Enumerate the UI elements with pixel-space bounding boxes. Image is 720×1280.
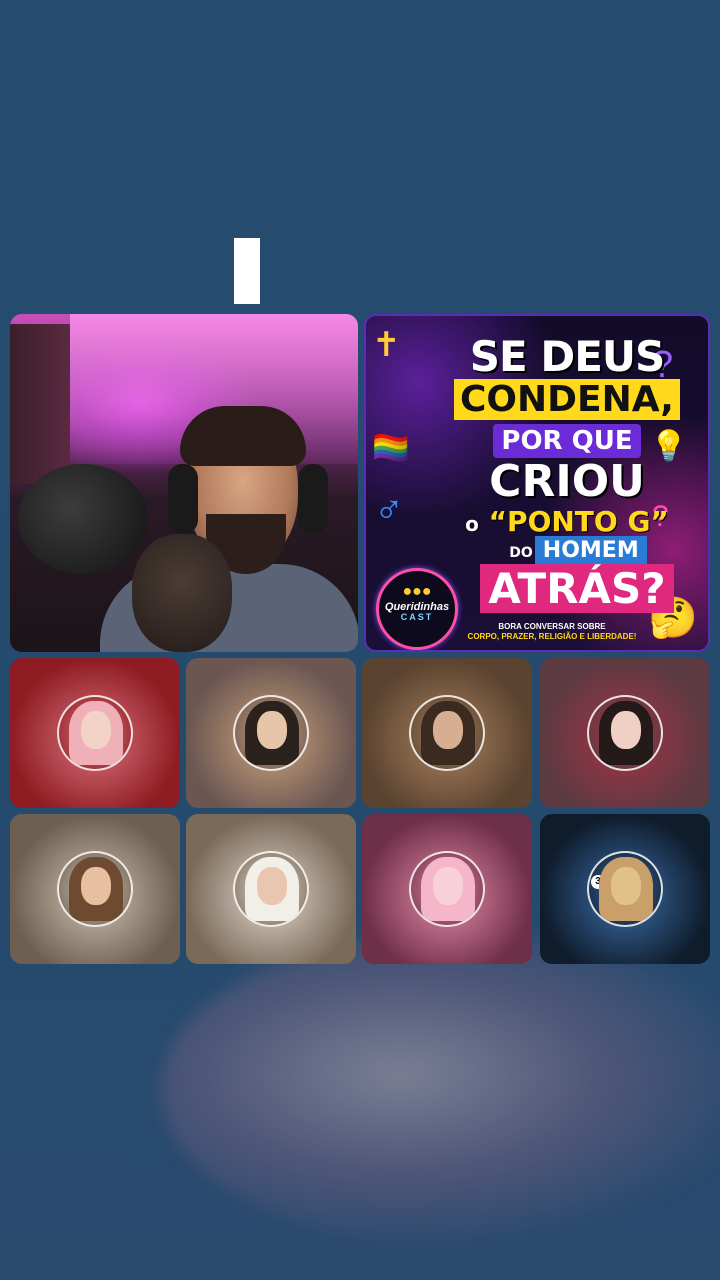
participant-tile[interactable]: 3 bbox=[540, 814, 710, 964]
avatar[interactable] bbox=[57, 695, 133, 771]
avatar[interactable] bbox=[409, 851, 485, 927]
live-room-screen: ✝ ? 🏳️‍🌈 💡 ♂ ? 🤔 SE DEUS CONDENA, POR QU… bbox=[0, 0, 720, 1280]
participant-tile[interactable] bbox=[186, 658, 356, 808]
participant-tile[interactable] bbox=[362, 658, 532, 808]
microphone bbox=[18, 464, 148, 574]
participant-tile[interactable] bbox=[362, 814, 532, 964]
participant-tile[interactable] bbox=[540, 658, 710, 808]
participant-tile[interactable] bbox=[10, 814, 180, 964]
avatar[interactable] bbox=[57, 851, 133, 927]
podcast-logo: ●●● Queridinhas CAST bbox=[376, 568, 458, 650]
poster-line-5: o “PONTO G” bbox=[465, 505, 669, 538]
text-cursor bbox=[234, 238, 260, 304]
poster-line-4: CRIOU bbox=[489, 456, 645, 507]
poster-line-6: DO HOMEM bbox=[406, 536, 708, 565]
background-glow bbox=[160, 930, 720, 1250]
logo-name: Queridinhas bbox=[384, 600, 450, 613]
participant-tile[interactable] bbox=[10, 658, 180, 808]
poster-line-3: POR QUE bbox=[396, 424, 708, 458]
pet bbox=[132, 534, 232, 652]
host-hair bbox=[180, 406, 306, 466]
avatar[interactable] bbox=[233, 851, 309, 927]
avatar[interactable] bbox=[587, 695, 663, 771]
host-video-tile[interactable] bbox=[10, 314, 358, 652]
logo-people-icon: ●●● bbox=[402, 583, 432, 600]
headphone-right bbox=[298, 464, 328, 534]
avatar[interactable] bbox=[233, 695, 309, 771]
poster-line-1: SE DEUS bbox=[469, 332, 665, 381]
avatar[interactable]: 3 bbox=[587, 851, 663, 927]
avatar[interactable] bbox=[409, 695, 485, 771]
shelf bbox=[10, 324, 70, 484]
poster-line-2: CONDENA, bbox=[396, 379, 708, 420]
participant-tile[interactable] bbox=[186, 814, 356, 964]
logo-sub: CAST bbox=[400, 611, 434, 622]
topic-poster-tile[interactable]: ✝ ? 🏳️‍🌈 💡 ♂ ? 🤔 SE DEUS CONDENA, POR QU… bbox=[364, 314, 710, 652]
poster-subtitle: BORA CONVERSAR SOBRE CORPO, PRAZER, RELI… bbox=[467, 622, 637, 641]
headphone-left bbox=[168, 464, 198, 534]
